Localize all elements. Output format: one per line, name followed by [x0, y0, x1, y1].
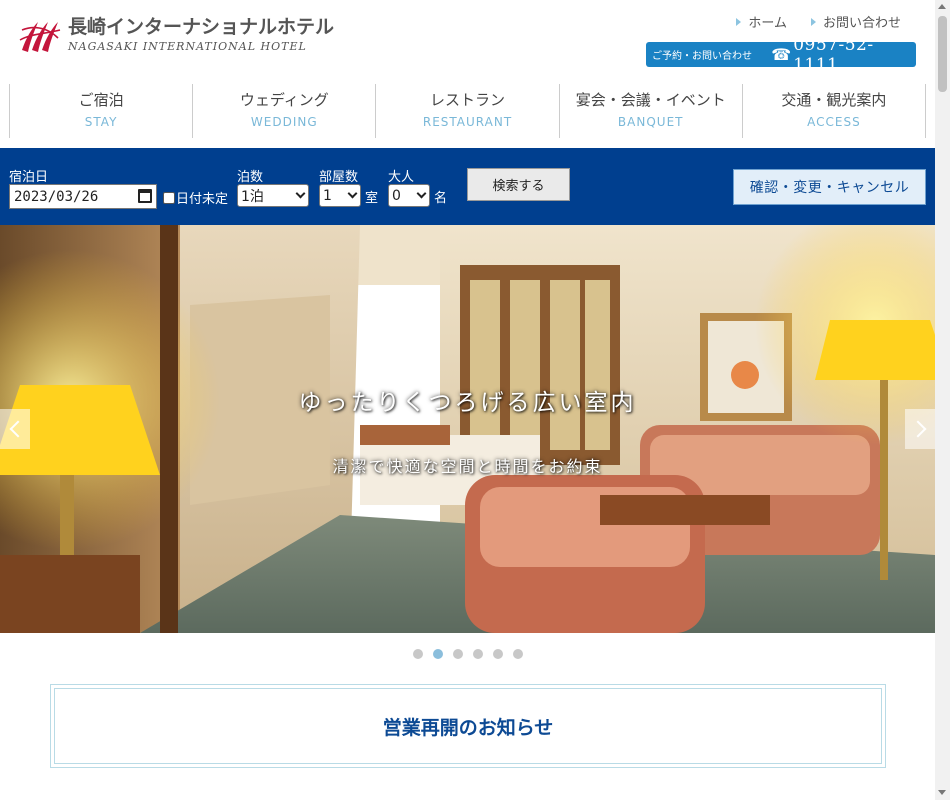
scroll-down-icon[interactable] — [938, 790, 946, 795]
nav-item-wedding[interactable]: ウェディング WEDDING — [192, 84, 375, 138]
scroll-thumb[interactable] — [938, 16, 947, 92]
chevron-down-icon — [347, 188, 358, 199]
date-undecided-label: 日付未定 — [176, 192, 229, 207]
contact-link-label: お問い合わせ — [822, 16, 901, 31]
slider-prev-button[interactable] — [0, 409, 30, 449]
nav-item-access[interactable]: 交通・観光案内 ACCESS — [741, 84, 927, 138]
nav-label-en: RESTAURANT — [422, 115, 513, 129]
brand-name-jp: 長崎インターナショナルホテル — [68, 16, 335, 38]
adults-select-value: 0 — [392, 187, 401, 204]
slider-next-button[interactable] — [905, 409, 935, 449]
slider-dot[interactable] — [493, 649, 503, 659]
nav-item-restaurant[interactable]: レストラン RESTAURANT — [375, 84, 558, 138]
site-logo[interactable]: 長崎インターナショナルホテル NAGASAKI INTERNATIONAL HO… — [18, 16, 334, 56]
reservation-search-bar: 宿泊日 2023/03/26 日付未定 泊数 1泊 部屋数 1 室 大人 0 名… — [0, 148, 935, 225]
nav-label-jp: ウェディング — [239, 91, 329, 109]
page-scrollbar[interactable] — [935, 0, 950, 800]
notice-box[interactable]: 営業再開のお知らせ — [50, 684, 886, 768]
nav-label-en: BANQUET — [617, 115, 684, 129]
hotel-room-photo — [0, 225, 935, 633]
phone-icon: ☎ — [771, 45, 792, 64]
home-link-label: ホーム — [748, 16, 787, 31]
date-label: 宿泊日 — [9, 170, 49, 185]
nav-item-stay[interactable]: ご宿泊 STAY — [9, 84, 192, 138]
confirm-change-cancel-button[interactable]: 確認・変更・キャンセル — [733, 169, 926, 205]
nav-label-jp: 交通・観光案内 — [781, 91, 887, 109]
rooms-label: 部屋数 — [319, 170, 359, 185]
adults-select[interactable]: 0 — [388, 184, 430, 207]
slider-dot[interactable] — [433, 649, 443, 659]
slider-dot[interactable] — [473, 649, 483, 659]
brand-name-en: NAGASAKI INTERNATIONAL HOTEL — [68, 40, 307, 53]
hero-subtitle: 清潔で快適な空間と時間をお約束 — [332, 457, 603, 476]
triangle-right-icon — [736, 17, 742, 26]
rooms-select[interactable]: 1 — [319, 184, 361, 207]
nav-label-jp: レストラン — [430, 91, 506, 109]
chevron-down-icon — [416, 188, 427, 199]
top-links: ホーム お問い合わせ — [736, 12, 901, 31]
chevron-left-icon — [9, 420, 26, 438]
triangle-right-icon — [810, 17, 816, 26]
contact-bar-label: ご予約・お問い合わせ — [652, 51, 752, 62]
phone-number: 0957-52-1111 — [793, 34, 874, 75]
nights-select-value: 1泊 — [241, 188, 264, 205]
nav-label-en: STAY — [84, 115, 118, 129]
slider-pagination — [413, 649, 523, 659]
date-undecided-checkbox[interactable] — [163, 192, 175, 204]
nights-select[interactable]: 1泊 — [237, 184, 309, 207]
scroll-up-icon[interactable] — [938, 4, 946, 9]
checkin-date-value: 2023/03/26 — [14, 188, 99, 205]
hotel-logo-mark-icon — [19, 22, 61, 52]
contact-link[interactable]: お問い合わせ — [810, 12, 901, 31]
nights-label: 泊数 — [237, 170, 264, 185]
adults-unit: 名 — [434, 191, 448, 206]
chevron-right-icon — [909, 420, 926, 438]
calendar-icon[interactable] — [138, 189, 152, 203]
nav-label-en: WEDDING — [250, 115, 318, 129]
hero-slider: ゆったりくつろげる広い室内 清潔で快適な空間と時間をお約束 — [0, 225, 935, 633]
nav-label-en: ACCESS — [807, 115, 861, 129]
slider-dot[interactable] — [513, 649, 523, 659]
checkin-date-input[interactable]: 2023/03/26 — [9, 184, 157, 209]
rooms-unit: 室 — [365, 191, 379, 206]
rooms-select-value: 1 — [323, 187, 332, 204]
notice-title: 営業再開のお知らせ — [382, 716, 554, 739]
global-nav: ご宿泊 STAY ウェディング WEDDING レストラン RESTAURANT… — [9, 84, 927, 138]
site-header: 長崎インターナショナルホテル NAGASAKI INTERNATIONAL HO… — [0, 0, 935, 80]
nav-label-jp: ご宿泊 — [78, 91, 124, 109]
search-button[interactable]: 検索する — [467, 168, 570, 201]
slider-dot[interactable] — [453, 649, 463, 659]
reservation-contact-bar[interactable]: ご予約・お問い合わせ ☎ 0957-52-1111 — [646, 35, 916, 75]
slider-dot[interactable] — [413, 649, 423, 659]
nav-label-jp: 宴会・会議・イベント — [575, 91, 726, 109]
chevron-down-icon — [295, 188, 306, 199]
nav-item-banquet[interactable]: 宴会・会議・イベント BANQUET — [558, 84, 742, 138]
adults-label: 大人 — [388, 170, 415, 185]
home-link[interactable]: ホーム — [736, 12, 787, 31]
hero-title: ゆったりくつろげる広い室内 — [298, 390, 637, 416]
